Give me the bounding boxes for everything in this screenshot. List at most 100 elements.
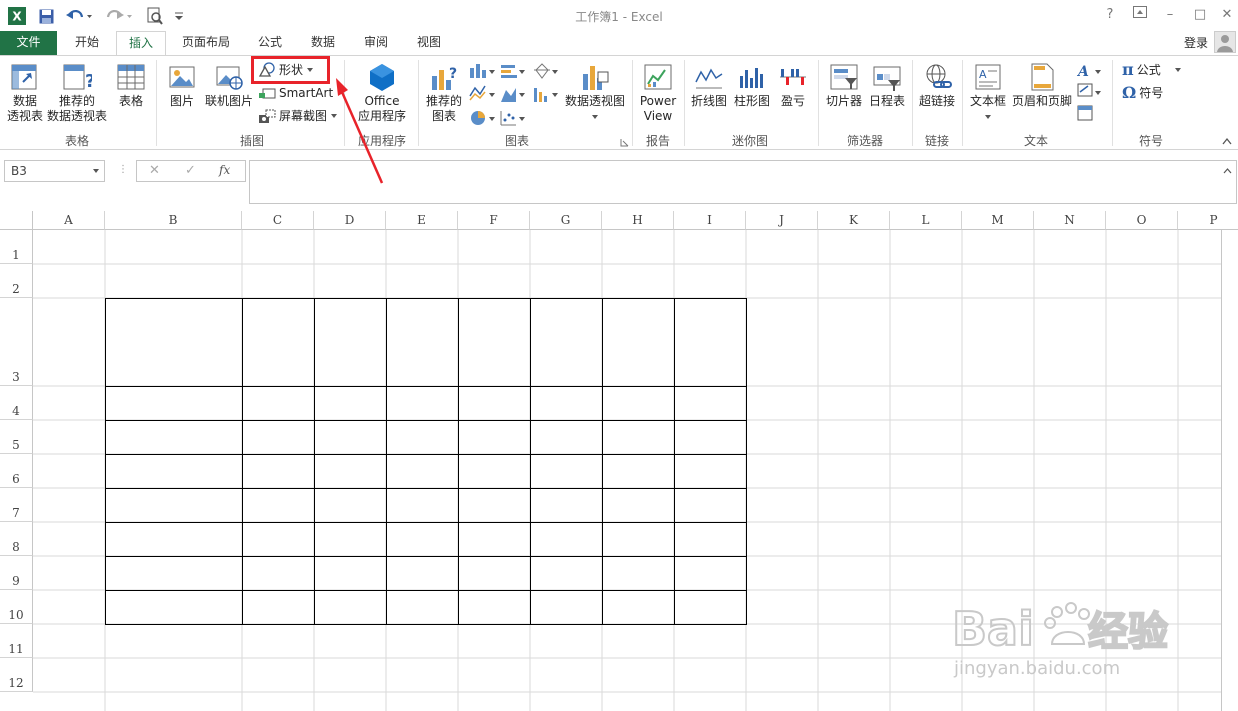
row-header[interactable]: 6 bbox=[0, 454, 33, 488]
online-pictures-button[interactable]: 联机图片 bbox=[202, 62, 256, 109]
bordered-cell[interactable] bbox=[386, 420, 459, 455]
sparkline-column-button[interactable]: 柱形图 bbox=[732, 62, 772, 109]
bordered-cell[interactable] bbox=[674, 298, 747, 387]
recommended-pivot-button[interactable]: ? 推荐的 数据透视表 bbox=[46, 62, 108, 124]
bordered-cell[interactable] bbox=[242, 488, 315, 523]
bordered-cell[interactable] bbox=[105, 556, 243, 591]
tab-insert[interactable]: 插入 bbox=[116, 31, 166, 56]
column-header[interactable]: H bbox=[602, 211, 674, 230]
bordered-cell[interactable] bbox=[105, 522, 243, 557]
row-header[interactable]: 3 bbox=[0, 298, 33, 386]
bordered-cell[interactable] bbox=[530, 454, 603, 489]
bordered-cell[interactable] bbox=[602, 420, 675, 455]
sign-in-link[interactable]: 登录 bbox=[1184, 34, 1208, 51]
bordered-cell[interactable] bbox=[458, 522, 531, 557]
bordered-cell[interactable] bbox=[314, 590, 387, 625]
column-header[interactable]: C bbox=[242, 211, 314, 230]
column-header[interactable]: I bbox=[674, 211, 746, 230]
table-button[interactable]: 表格 bbox=[112, 62, 150, 109]
tab-file[interactable]: 文件 bbox=[0, 31, 57, 55]
bordered-cell[interactable] bbox=[458, 590, 531, 625]
bordered-cell[interactable] bbox=[602, 454, 675, 489]
column-header[interactable]: N bbox=[1034, 211, 1106, 230]
bordered-cell[interactable] bbox=[242, 386, 315, 421]
minimize-button[interactable]: – bbox=[1160, 6, 1180, 24]
text-box-button[interactable]: A 文本框 bbox=[966, 62, 1010, 124]
column-header[interactable]: B bbox=[105, 211, 242, 230]
row-header[interactable]: 2 bbox=[0, 264, 33, 298]
tab-page-layout[interactable]: 页面布局 bbox=[170, 31, 242, 55]
column-header[interactable]: K bbox=[818, 211, 890, 230]
office-apps-button[interactable]: Office 应用程序 bbox=[350, 62, 414, 124]
bordered-cell[interactable] bbox=[530, 386, 603, 421]
bordered-cell[interactable] bbox=[242, 590, 315, 625]
bordered-cell[interactable] bbox=[314, 298, 387, 387]
bordered-cell[interactable] bbox=[602, 298, 675, 387]
bordered-cell[interactable] bbox=[314, 454, 387, 489]
bordered-cell[interactable] bbox=[530, 488, 603, 523]
bordered-cell[interactable] bbox=[386, 488, 459, 523]
bordered-cell[interactable] bbox=[458, 298, 531, 387]
user-avatar-icon[interactable] bbox=[1214, 31, 1236, 53]
bordered-cell[interactable] bbox=[386, 590, 459, 625]
bordered-cell[interactable] bbox=[530, 420, 603, 455]
dialog-launcher-icon[interactable] bbox=[620, 136, 629, 150]
collapse-ribbon-icon[interactable] bbox=[1222, 134, 1232, 148]
ribbon-display-options-icon[interactable] bbox=[1130, 6, 1150, 24]
row-header[interactable]: 9 bbox=[0, 556, 33, 590]
column-header[interactable]: P bbox=[1178, 211, 1238, 230]
bordered-cell[interactable] bbox=[386, 454, 459, 489]
screenshot-button[interactable]: 屏幕截图 bbox=[258, 108, 338, 124]
pivot-table-button[interactable]: 数据 透视表 bbox=[4, 62, 46, 124]
header-footer-button[interactable]: 页眉和页脚 bbox=[1010, 62, 1074, 109]
bordered-cell[interactable] bbox=[314, 386, 387, 421]
pictures-button[interactable]: 图片 bbox=[164, 62, 200, 109]
bordered-cell[interactable] bbox=[602, 556, 675, 591]
bordered-cell[interactable] bbox=[242, 454, 315, 489]
bordered-cell[interactable] bbox=[386, 386, 459, 421]
bordered-cell[interactable] bbox=[314, 420, 387, 455]
equation-button[interactable]: π 公式 bbox=[1122, 62, 1182, 78]
tab-home[interactable]: 开始 bbox=[60, 31, 114, 55]
bordered-cell[interactable] bbox=[458, 488, 531, 523]
vertical-scrollbar[interactable] bbox=[1221, 230, 1238, 711]
bordered-cell[interactable] bbox=[530, 556, 603, 591]
row-header[interactable]: 5 bbox=[0, 420, 33, 454]
bordered-cell[interactable] bbox=[458, 420, 531, 455]
bordered-cell[interactable] bbox=[105, 420, 243, 455]
collapse-formula-icon[interactable] bbox=[1223, 167, 1232, 174]
bordered-cell[interactable] bbox=[105, 386, 243, 421]
bordered-cell[interactable] bbox=[602, 386, 675, 421]
bordered-cell[interactable] bbox=[242, 522, 315, 557]
tab-view[interactable]: 视图 bbox=[404, 31, 454, 55]
timeline-button[interactable]: 日程表 bbox=[866, 62, 908, 109]
row-header[interactable]: 10 bbox=[0, 590, 33, 624]
column-header[interactable]: O bbox=[1106, 211, 1178, 230]
bordered-cell[interactable] bbox=[530, 590, 603, 625]
bordered-cell[interactable] bbox=[105, 590, 243, 625]
row-header[interactable]: 11 bbox=[0, 624, 33, 658]
close-button[interactable]: ✕ bbox=[1217, 6, 1237, 24]
bordered-cell[interactable] bbox=[242, 298, 315, 387]
row-header[interactable]: 8 bbox=[0, 522, 33, 556]
symbol-button[interactable]: Ω 符号 bbox=[1122, 85, 1163, 101]
insert-function-icon[interactable]: fx bbox=[219, 163, 230, 177]
help-button[interactable]: ? bbox=[1100, 6, 1120, 24]
bordered-cell[interactable] bbox=[602, 522, 675, 557]
pivot-chart-button[interactable]: 数据透视图 bbox=[562, 62, 628, 124]
column-header[interactable]: M bbox=[962, 211, 1034, 230]
bordered-cell[interactable] bbox=[530, 522, 603, 557]
bordered-cell[interactable] bbox=[458, 386, 531, 421]
power-view-button[interactable]: Power View bbox=[636, 62, 680, 124]
bordered-cell[interactable] bbox=[674, 420, 747, 455]
formula-input[interactable] bbox=[249, 160, 1237, 204]
recommended-charts-button[interactable]: ? 推荐的 图表 bbox=[422, 62, 466, 124]
bordered-cell[interactable] bbox=[386, 556, 459, 591]
more-options-icon[interactable]: ⋮ bbox=[118, 164, 128, 175]
bordered-cell[interactable] bbox=[458, 454, 531, 489]
bordered-cell[interactable] bbox=[314, 556, 387, 591]
bordered-cell[interactable] bbox=[242, 420, 315, 455]
bordered-cell[interactable] bbox=[674, 522, 747, 557]
bordered-cell[interactable] bbox=[674, 488, 747, 523]
bordered-cell[interactable] bbox=[105, 488, 243, 523]
